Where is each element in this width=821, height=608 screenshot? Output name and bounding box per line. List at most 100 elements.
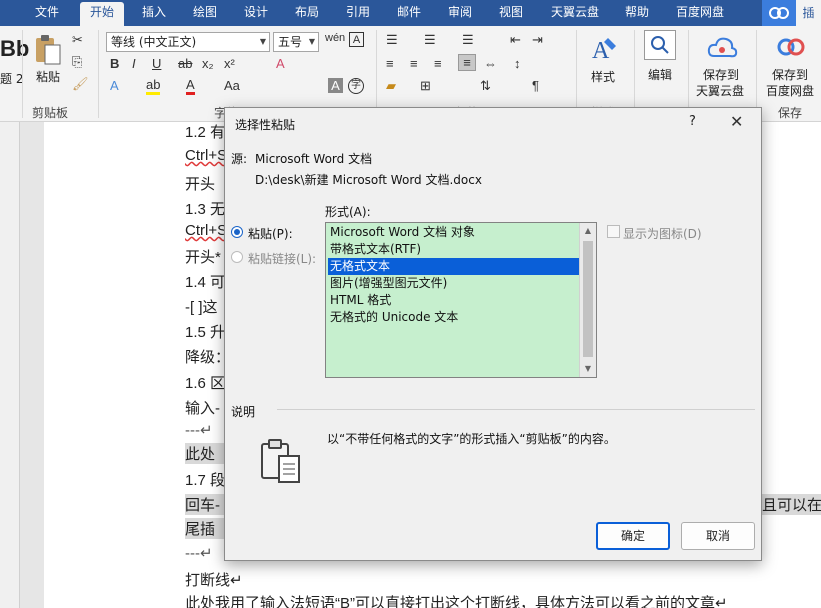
align-right-icon[interactable]: ≡ (434, 56, 442, 71)
paste-link-radio-label[interactable]: 粘贴链接(L): (248, 250, 316, 267)
listbox-scrollbar[interactable]: ▲ ▼ (579, 223, 596, 377)
font-name-combo[interactable]: 等线 (中文正文) ▼ (106, 32, 270, 52)
tab-draw[interactable]: 绘图 (186, 0, 224, 26)
ribbon-tab-bar: 文件 开始 插入 绘图 设计 布局 引用 邮件 审阅 视图 天翼云盘 帮助 百度… (0, 0, 821, 26)
numbering-icon[interactable]: ☰ (424, 32, 436, 48)
tab-file[interactable]: 文件 (28, 0, 66, 26)
paste-link-radio[interactable] (231, 251, 243, 263)
char-border-icon[interactable]: A (349, 32, 364, 47)
shading-icon[interactable]: ▰ (386, 78, 396, 94)
decrease-indent-icon[interactable]: ⇤ (510, 32, 521, 48)
tianyi-save-label-1[interactable]: 保存到 (703, 66, 739, 83)
tab-baidu-netdisk[interactable]: 百度网盘 (668, 0, 732, 26)
tab-references[interactable]: 引用 (338, 0, 378, 26)
tab-insert[interactable]: 插入 (134, 0, 174, 26)
doc-line: 输入- (185, 400, 220, 417)
phonetic-guide-icon[interactable]: wén (325, 32, 345, 44)
clipboard-icon (259, 438, 305, 489)
cut-icon[interactable]: ✂ (72, 32, 83, 48)
scroll-up-icon[interactable]: ▲ (580, 223, 596, 239)
tab-layout[interactable]: 布局 (288, 0, 326, 26)
doc-line: Ctrl+S (185, 222, 228, 239)
dialog-title: 选择性粘贴 (235, 118, 296, 132)
strikethrough-icon[interactable]: ab (178, 56, 192, 71)
divider (576, 30, 577, 118)
show-as-icon-checkbox[interactable] (607, 225, 620, 238)
close-icon[interactable]: ✕ (730, 112, 743, 131)
baidu-save-label-2[interactable]: 百度网盘 (766, 82, 814, 99)
superscript-icon[interactable]: x² (224, 56, 235, 71)
doc-line: 开头 (185, 176, 216, 193)
doc-line: 1.3 无 (185, 201, 226, 218)
tab-home[interactable]: 开始 (80, 2, 124, 26)
show-marks-icon[interactable]: ¶ (532, 78, 539, 93)
navigation-strip (0, 122, 20, 608)
paste-radio[interactable] (231, 226, 243, 238)
styles-icon[interactable]: A (590, 34, 618, 67)
font-color-icon[interactable]: A (186, 78, 195, 95)
bold-icon[interactable]: B (110, 56, 119, 71)
edit-button[interactable]: 编辑 (648, 66, 672, 83)
borders-icon[interactable]: ⊞ (420, 78, 431, 94)
ok-button[interactable]: 确定 (596, 522, 670, 550)
tab-review[interactable]: 审阅 (441, 0, 479, 26)
align-left-icon[interactable]: ≡ (386, 56, 394, 71)
scroll-down-icon[interactable]: ▼ (580, 361, 596, 377)
clear-format-icon[interactable]: A (276, 56, 285, 71)
align-center-icon[interactable]: ≡ (410, 56, 418, 71)
doc-line: 1.6 区 (185, 375, 226, 392)
bullets-icon[interactable]: ☰ (386, 32, 398, 48)
format-list-item[interactable]: HTML 格式 (328, 292, 579, 309)
baidu-netdisk-icon[interactable] (776, 34, 806, 63)
line-spacing-icon[interactable]: ↕ (514, 56, 521, 71)
underline-icon[interactable]: U (152, 56, 161, 71)
paste-icon[interactable] (34, 34, 62, 69)
format-painter-icon[interactable]: 🖌 (72, 76, 89, 92)
distributed-icon[interactable]: ⇔ (484, 56, 497, 71)
format-listbox[interactable]: Microsoft Word 文档 对象 带格式文本(RTF) 无格式文本 图片… (325, 222, 597, 378)
cancel-button[interactable]: 取消 (681, 522, 755, 550)
doc-line: Ctrl+S (185, 147, 228, 164)
tab-extra[interactable]: 插 (796, 0, 821, 26)
source-name: Microsoft Word 文档 (255, 152, 373, 166)
copy-icon[interactable]: ⎘ (72, 54, 82, 70)
justify-icon[interactable]: ≡ (458, 54, 476, 71)
paste-button[interactable]: 粘贴 (36, 68, 60, 85)
help-button[interactable]: ? (689, 114, 696, 129)
tianyi-save-label-2[interactable]: 天翼云盘 (696, 82, 744, 99)
paste-radio-label[interactable]: 粘贴(P): (248, 225, 293, 242)
enclosed-char-icon[interactable]: 字 (348, 78, 364, 94)
format-list-item[interactable]: Microsoft Word 文档 对象 (328, 224, 579, 241)
increase-indent-icon[interactable]: ⇥ (532, 32, 543, 48)
divider (756, 30, 757, 118)
baidu-save-label-1[interactable]: 保存到 (772, 66, 808, 83)
char-shading-icon[interactable]: A (328, 78, 343, 93)
format-list-item[interactable]: 带格式文本(RTF) (328, 241, 579, 258)
tab-tianyi-cloud[interactable]: 天翼云盘 (543, 0, 607, 26)
tab-help[interactable]: 帮助 (618, 0, 656, 26)
scroll-thumb[interactable] (583, 241, 593, 357)
font-size-combo[interactable]: 五号 ▼ (273, 32, 319, 52)
text-effects-icon[interactable]: A (110, 78, 119, 93)
subscript-icon[interactable]: x₂ (202, 56, 214, 71)
show-as-icon-label[interactable]: 显示为图标(D) (623, 225, 702, 242)
format-label: 形式(A): (325, 205, 371, 219)
tab-view[interactable]: 视图 (492, 0, 530, 26)
format-list-item-selected[interactable]: 无格式文本 (328, 258, 579, 275)
baidu-cloud-icon[interactable] (762, 0, 796, 26)
italic-icon[interactable]: I (132, 56, 136, 71)
format-list-item[interactable]: 图片(增强型图元文件) (328, 275, 579, 292)
format-list-item[interactable]: 无格式的 Unicode 文本 (328, 309, 579, 326)
change-case-icon[interactable]: Aa (224, 78, 240, 93)
tab-mailings[interactable]: 邮件 (390, 0, 428, 26)
source-path: D:\desk\新建 Microsoft Word 文档.docx (255, 173, 482, 187)
style-preview[interactable]: Bb (0, 36, 29, 62)
doc-line: -[ ]这 (185, 299, 218, 316)
tianyi-cloud-icon[interactable] (706, 34, 738, 63)
search-icon[interactable] (644, 30, 676, 60)
tab-design[interactable]: 设计 (236, 0, 276, 26)
sort-icon[interactable]: ⇅ (480, 78, 491, 94)
highlight-icon[interactable]: ab (146, 78, 161, 95)
styles-button[interactable]: 样式 (591, 68, 615, 85)
multilevel-list-icon[interactable]: ☰ (462, 32, 474, 48)
